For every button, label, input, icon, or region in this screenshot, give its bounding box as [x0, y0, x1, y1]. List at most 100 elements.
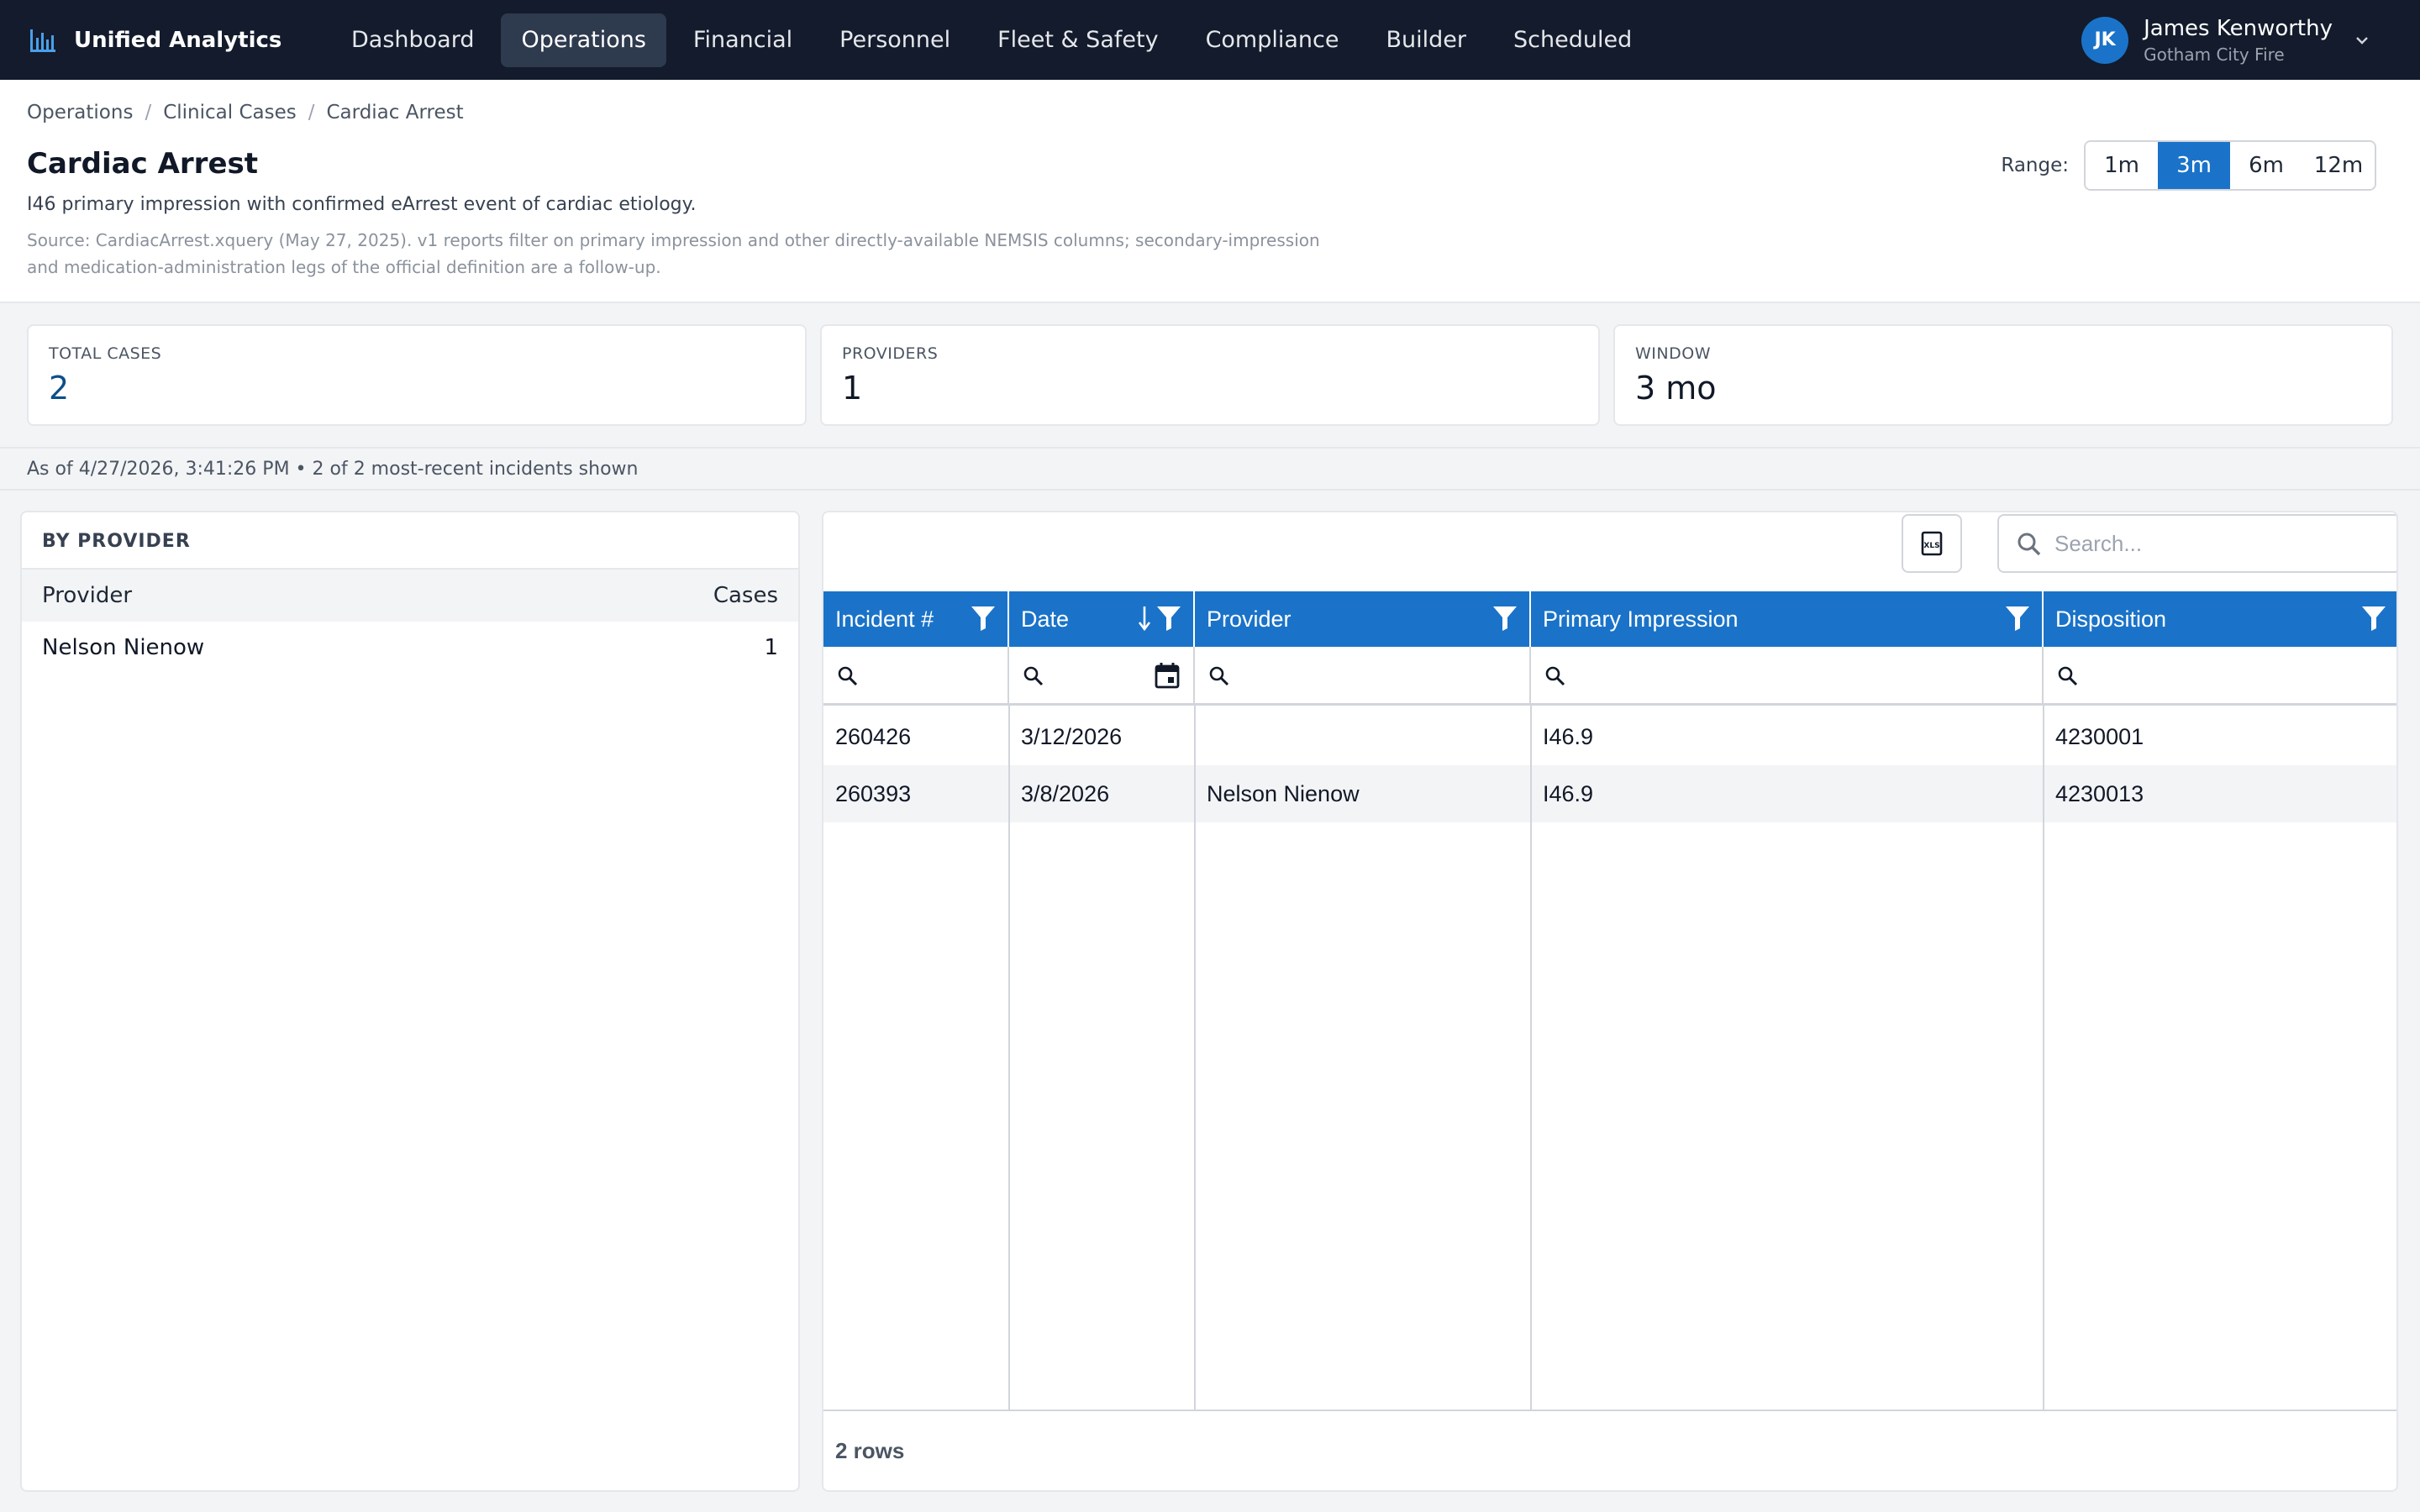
cell-primary-impression: I46.9: [1543, 780, 1594, 806]
user-menu[interactable]: JK James Kenworthy Gotham City Fire: [2081, 0, 2370, 80]
stat-value: 1: [842, 370, 863, 407]
provider-name: Nelson Nienow: [42, 635, 205, 660]
nav-compliance[interactable]: Compliance: [1186, 13, 1360, 67]
nav-dashboard[interactable]: Dashboard: [331, 13, 494, 67]
nav-scheduled[interactable]: Scheduled: [1493, 13, 1652, 67]
cell-incident: 260393: [835, 780, 912, 806]
chevron-down-icon: [2356, 36, 2368, 45]
calendar-icon[interactable]: [1155, 662, 1180, 689]
nav-personnel[interactable]: Personnel: [819, 13, 971, 67]
grid-footer: 2 rows: [823, 1410, 2396, 1490]
range-1m-button[interactable]: 1m: [2086, 142, 2158, 189]
nav-builder[interactable]: Builder: [1366, 13, 1487, 67]
column-divider: [1008, 706, 1010, 1413]
cell-disposition: 4230013: [2055, 780, 2144, 806]
bar-chart-icon: [30, 29, 55, 52]
filter-icon[interactable]: [1156, 605, 1181, 632]
cell-date: 3/8/2026: [1021, 780, 1110, 806]
search-icon: [1209, 666, 1229, 686]
incidents-grid-panel: XLS Incident # Date Provider: [822, 511, 2398, 1492]
by-provider-panel: BY PROVIDER Provider Cases Nelson Nienow…: [20, 511, 800, 1492]
user-name: James Kenworthy: [2144, 15, 2333, 41]
cell-provider: Nelson Nienow: [1207, 780, 1360, 806]
search-input[interactable]: [2054, 522, 2387, 564]
column-header-cases[interactable]: Cases: [713, 583, 778, 608]
column-header-primary-impression[interactable]: Primary Impression: [1531, 591, 2044, 647]
table-row[interactable]: 260393 3/8/2026 Nelson Nienow I46.9 4230…: [823, 765, 2396, 822]
column-label: Disposition: [2055, 606, 2167, 632]
column-divider: [2043, 706, 2044, 1413]
range-label: Range:: [2001, 155, 2069, 176]
breadcrumb-current: Cardiac Arrest: [326, 102, 464, 123]
column-header-disposition[interactable]: Disposition: [2044, 591, 2396, 647]
stat-value: 2: [49, 370, 70, 407]
stat-label: PROVIDERS: [842, 344, 939, 363]
nav-operations[interactable]: Operations: [501, 13, 666, 67]
filter-icon[interactable]: [971, 605, 996, 632]
provider-case-count: 1: [764, 635, 778, 660]
grid-header-row: Incident # Date Provider Primary Impress…: [823, 591, 2396, 647]
svg-text:XLS: XLS: [1923, 542, 1939, 550]
filter-icon[interactable]: [2361, 605, 2386, 632]
status-bar: As of 4/27/2026, 3:41:26 PM • 2 of 2 mos…: [0, 447, 2420, 491]
column-header-provider[interactable]: Provider: [1195, 591, 1531, 647]
spreadsheet-export-icon: XLS: [1921, 531, 1943, 556]
sort-descending-icon[interactable]: [1138, 605, 1151, 632]
column-header-provider[interactable]: Provider: [42, 583, 132, 608]
range-6m-button[interactable]: 6m: [2230, 142, 2302, 189]
column-label: Date: [1021, 606, 1070, 632]
brand-name: Unified Analytics: [74, 27, 282, 53]
filter-cell-disposition[interactable]: [2044, 647, 2396, 706]
range-button-group: 1m 3m 6m 12m: [2084, 140, 2376, 191]
stat-card-total-cases: TOTAL CASES 2: [27, 324, 807, 426]
grid-search: [1997, 514, 2396, 573]
breadcrumb-separator: /: [145, 102, 152, 123]
search-icon: [1545, 666, 1565, 686]
search-icon: [2018, 533, 2041, 556]
search-icon: [1023, 666, 1044, 686]
search-icon: [838, 666, 858, 686]
breadcrumb-separator: /: [308, 102, 315, 123]
filter-icon[interactable]: [1492, 605, 1518, 632]
filter-cell-date[interactable]: [1009, 647, 1195, 706]
search-icon: [2058, 666, 2078, 686]
page-source-note: Source: CardiacArrest.xquery (May 27, 20…: [27, 230, 1320, 277]
panel-title: BY PROVIDER: [42, 531, 191, 552]
column-label: Incident #: [835, 606, 934, 632]
table-row[interactable]: 260426 3/12/2026 I46.9 4230001: [823, 708, 2396, 765]
user-org: Gotham City Fire: [2144, 44, 2285, 65]
column-header-incident[interactable]: Incident #: [823, 591, 1009, 647]
stat-value: 3 mo: [1635, 370, 1717, 407]
column-label: Provider: [1207, 606, 1292, 632]
nav-financial[interactable]: Financial: [673, 13, 813, 67]
top-nav: Unified Analytics Dashboard Operations F…: [0, 0, 2420, 80]
filter-cell-provider[interactable]: [1195, 647, 1531, 706]
nav-fleet-safety[interactable]: Fleet & Safety: [977, 13, 1178, 67]
stat-label: WINDOW: [1635, 344, 1711, 363]
cell-provider: [1195, 708, 1531, 765]
range-3m-button[interactable]: 3m: [2158, 142, 2230, 189]
filter-icon[interactable]: [2005, 605, 2030, 632]
breadcrumb: Operations / Clinical Cases / Cardiac Ar…: [27, 102, 464, 123]
stat-card-providers: PROVIDERS 1: [820, 324, 1600, 426]
page-header: Operations / Clinical Cases / Cardiac Ar…: [0, 80, 2420, 303]
range-selector: Range: 1m 3m 6m 12m: [2001, 140, 2376, 191]
column-divider: [1194, 706, 1196, 1413]
breadcrumb-clinical-cases[interactable]: Clinical Cases: [163, 102, 297, 123]
stat-card-window: WINDOW 3 mo: [1613, 324, 2393, 426]
page-description: I46 primary impression with confirmed eA…: [27, 194, 697, 215]
stat-label: TOTAL CASES: [49, 344, 162, 363]
export-xlsx-button[interactable]: XLS: [1902, 514, 1962, 573]
filter-cell-primary-impression[interactable]: [1531, 647, 2044, 706]
column-label: Primary Impression: [1543, 606, 1739, 632]
column-header-date[interactable]: Date: [1009, 591, 1195, 647]
breadcrumb-operations[interactable]: Operations: [27, 102, 133, 123]
brand[interactable]: Unified Analytics: [29, 26, 331, 55]
table-row[interactable]: Nelson Nienow 1: [22, 622, 798, 674]
row-count: 2 rows: [835, 1438, 905, 1463]
range-12m-button[interactable]: 12m: [2302, 142, 2375, 189]
cell-primary-impression: I46.9: [1543, 723, 1594, 749]
cell-disposition: 4230001: [2055, 723, 2144, 749]
filter-cell-incident[interactable]: [823, 647, 1009, 706]
status-text: As of 4/27/2026, 3:41:26 PM • 2 of 2 mos…: [27, 459, 639, 480]
